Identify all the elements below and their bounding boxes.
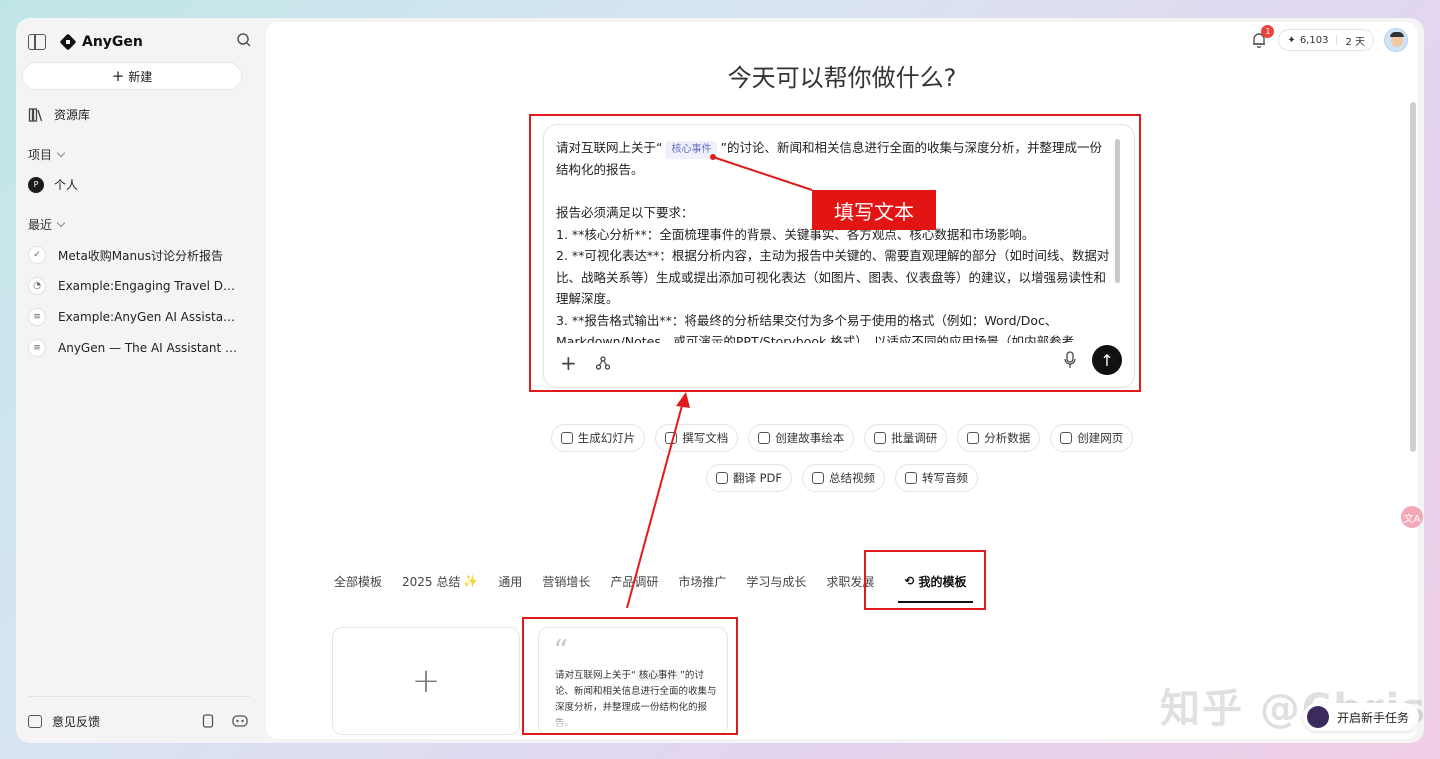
sparkle-icon: ✨ [463,574,479,588]
notification-badge: 1 [1261,25,1275,38]
doc-icon [665,432,678,444]
recent-item[interactable]: ◔ Example:Engaging Travel Desti... [28,277,242,295]
doc-icon: ≡ [28,339,46,357]
projects-section-label: 项目 [28,148,53,162]
quick-actions-row-2: 翻译 PDF 总结视频 转写音频 [266,464,1418,492]
mobile-icon[interactable] [202,714,214,728]
feedback-icon [28,714,42,728]
sidebar-item-label: 资源库 [54,108,91,122]
doc-icon: ≡ [28,308,46,326]
quick-action-label: 总结视频 [829,471,876,485]
sidebar: AnyGen + 新建 资源库 项目 P 个人 最近 ✓ Meta收购Manus… [16,18,260,743]
chevron-down-icon [56,148,66,158]
sidebar-item-label: 个人 [54,178,79,192]
page-title: 今天可以帮你做什么? [727,64,957,92]
quick-action-storybook[interactable]: 创建故事绘本 [748,424,855,452]
translate-icon [715,472,728,484]
app-logo[interactable]: AnyGen [60,34,143,50]
chevron-down-icon [56,218,66,228]
tab-product-research[interactable]: 产品调研 [610,571,658,591]
quick-action-doc[interactable]: 撰写文档 [655,424,739,452]
book-icon [758,432,771,444]
recent-item-label: Example:AnyGen AI Assistant f... [58,310,242,324]
quick-action-label: 生成幻灯片 [577,431,636,445]
sidebar-divider [28,696,250,697]
audio-icon [905,472,918,484]
credits-value: 6,103 [1299,34,1329,46]
tab-all-templates[interactable]: 全部模板 [334,571,382,591]
library-icon [28,107,43,122]
recent-item[interactable]: ≡ AnyGen — The AI Assistant Bu... [28,339,242,357]
recent-item-label: AnyGen — The AI Assistant Bu... [58,341,242,355]
quick-actions-row-1: 生成幻灯片 撰写文档 创建故事绘本 批量调研 分析数据 创建网页 [266,424,1418,452]
quick-action-slides[interactable]: 生成幻灯片 [550,424,646,452]
slides-icon [560,432,573,444]
notifications-button[interactable]: 1 [1250,25,1275,49]
search-icon[interactable] [236,32,252,48]
quick-action-translate[interactable]: 翻译 PDF [705,464,793,492]
recent-item[interactable]: ≡ Example:AnyGen AI Assistant f... [28,308,242,326]
app-name: AnyGen [82,34,143,50]
user-avatar[interactable] [1384,28,1408,52]
annotation-box-template-card [522,617,738,735]
discord-icon[interactable] [232,714,248,728]
plus-icon: + [411,661,441,701]
new-task-icon [1307,706,1329,728]
tab-general[interactable]: 通用 [498,571,522,591]
quick-action-video[interactable]: 总结视频 [802,464,886,492]
layers-icon [1060,432,1073,444]
quick-action-research[interactable]: 批量调研 [864,424,948,452]
quick-action-label: 分析数据 [984,431,1031,445]
annotation-box-my-templates [864,550,986,610]
recent-item[interactable]: ✓ Meta收购Manus讨论分析报告 [28,246,242,264]
tab-2025-summary[interactable]: 2025 总结 ✨ [402,571,478,591]
recent-item-label: Example:Engaging Travel Desti... [58,279,242,293]
annotation-label: 填写文本 [812,190,936,230]
pie-icon: ◔ [28,277,46,295]
new-button-label: 新建 [128,69,153,84]
main-scrollbar[interactable] [1410,102,1416,452]
credits-badge[interactable]: ✦ 6,103 2 天 [1278,29,1374,51]
tab-marketing-growth[interactable]: 营销增长 [542,571,590,591]
feedback-link[interactable]: 意见反馈 [52,713,100,730]
add-template-card[interactable]: + [332,627,520,735]
tab-label: 2025 总结 [402,574,461,589]
quick-action-label: 创建网页 [1077,431,1124,445]
quick-action-label: 批量调研 [891,431,938,445]
quick-action-label: 转写音频 [922,471,969,485]
credits-separator [1336,35,1338,45]
quick-action-webpage[interactable]: 创建网页 [1050,424,1134,452]
translate-icon[interactable]: 文A [1401,506,1423,528]
check-icon: ✓ [28,246,46,264]
days-value: 2 天 [1345,36,1365,48]
new-button[interactable]: + 新建 [22,62,242,90]
sidebar-item-personal[interactable]: P 个人 [28,176,78,193]
tab-market-promotion[interactable]: 市场推广 [678,571,726,591]
new-task-label: 开启新手任务 [1337,710,1410,725]
new-task-button[interactable]: 开启新手任务 [1303,703,1420,731]
recent-section-label: 最近 [28,218,53,232]
video-icon [812,472,825,484]
personal-avatar: P [28,176,44,193]
anygen-logo-icon [60,34,76,50]
recent-section-toggle[interactable]: 最近 [28,216,66,233]
plus-icon: + [111,67,125,85]
sidebar-footer: 意见反馈 [28,712,248,730]
quick-action-label: 撰写文档 [682,431,729,445]
recent-item-label: Meta收购Manus讨论分析报告 [58,248,223,263]
sidebar-toggle-icon[interactable] [28,34,46,50]
sparkle-icon: ✦ [1287,34,1296,46]
annotation-box-prompt [529,114,1141,392]
sidebar-item-library[interactable]: 资源库 [28,106,90,123]
tab-learning[interactable]: 学习与成长 [746,571,806,591]
chart-icon [967,432,980,444]
quick-action-label: 创建故事绘本 [775,431,845,445]
quick-action-audio[interactable]: 转写音频 [895,464,979,492]
quick-action-label: 翻译 PDF [732,471,783,485]
sidebar-header: AnyGen [28,30,254,54]
topbar-right: 1 ✦ 6,103 2 天 [1250,25,1408,52]
quick-action-analyze[interactable]: 分析数据 [957,424,1041,452]
projects-section-toggle[interactable]: 项目 [28,146,66,163]
table-icon [874,432,887,444]
